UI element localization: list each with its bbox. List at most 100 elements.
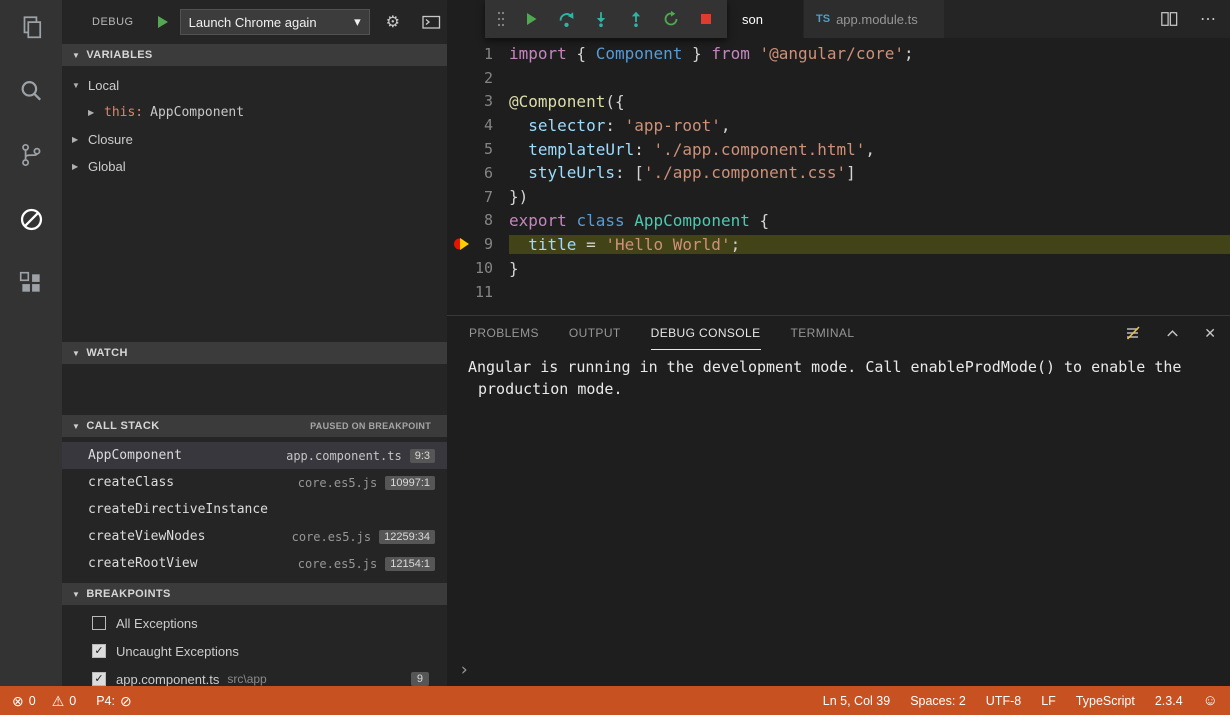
breakpoint-row[interactable]: ✓app.component.tssrc\app9 <box>62 665 447 686</box>
variable-scope-row[interactable]: ▶Closure <box>62 126 447 153</box>
variable-scope-row[interactable]: ▶Global <box>62 153 447 180</box>
panel-tab-problems[interactable]: PROBLEMS <box>469 316 539 350</box>
callstack-content: AppComponentapp.component.ts9:3createCla… <box>62 437 447 583</box>
search-icon[interactable] <box>7 78 55 104</box>
editor-actions: ⋯ <box>1160 0 1230 38</box>
breakpoint-row[interactable]: All Exceptions <box>62 609 447 637</box>
stop-square-icon <box>698 11 714 27</box>
maximize-panel-icon[interactable] <box>1165 326 1180 341</box>
callstack-frame[interactable]: createDirectiveInstance <box>62 496 447 523</box>
frame-file: core.es5.js <box>298 476 377 490</box>
dropdown-arrow-icon: ▾ <box>354 14 361 30</box>
code-editor[interactable]: 1import { Component } from '@angular/cor… <box>447 38 1230 315</box>
breakpoint-checkbox[interactable] <box>92 616 106 630</box>
cursor-position[interactable]: Ln 5, Col 39 <box>823 694 890 708</box>
chevron-collapsed-icon: ▶ <box>72 162 88 171</box>
launch-config-dropdown[interactable]: Launch Chrome again ▾ <box>180 9 370 35</box>
variable-row[interactable]: ▶this:AppComponent <box>62 99 447 126</box>
code-line[interactable]: 7}) <box>447 185 1230 209</box>
gutter: 5 <box>447 140 509 158</box>
panel-tab-output[interactable]: OUTPUT <box>569 316 621 350</box>
status-bar: ⊗ 0 ⚠ 0 P4: ⊘ Ln 5, Col 39 Spaces: 2 UTF… <box>0 686 1230 715</box>
explorer-icon[interactable] <box>7 14 55 40</box>
debug-icon[interactable] <box>7 206 55 232</box>
step-into-button[interactable] <box>592 10 610 28</box>
watch-section-header[interactable]: ▼ WATCH <box>62 342 447 364</box>
extensions-squares-icon <box>18 270 44 296</box>
callstack-frame[interactable]: createRootViewcore.es5.js12154:1 <box>62 550 447 577</box>
frame-meta: app.component.ts9:3 <box>286 449 435 463</box>
breakpoint-checkbox[interactable]: ✓ <box>92 672 106 686</box>
code-line[interactable]: 1import { Component } from '@angular/cor… <box>447 42 1230 66</box>
stop-button[interactable] <box>697 10 715 28</box>
breakpoints-section-header[interactable]: ▼ BREAKPOINTS <box>62 583 447 605</box>
language-mode[interactable]: TypeScript <box>1076 694 1135 708</box>
breakpoint-row[interactable]: ✓ Uncaught Exceptions <box>62 637 447 665</box>
extensions-icon[interactable] <box>7 270 55 296</box>
typescript-version[interactable]: 2.3.4 <box>1155 694 1183 708</box>
variables-section-header[interactable]: ▼ VARIABLES <box>62 44 447 66</box>
callstack-frame[interactable]: createClasscore.es5.js10997:1 <box>62 469 447 496</box>
gutter: 11 <box>447 283 509 301</box>
step-over-button[interactable] <box>557 10 575 28</box>
code-line[interactable]: 9 title = 'Hello World'; <box>447 232 1230 256</box>
editor-tab-app-module[interactable]: TS app.module.ts <box>803 0 944 38</box>
more-actions-icon[interactable]: ⋯ <box>1200 9 1216 29</box>
callstack-section-header[interactable]: ▼ CALL STACK PAUSED ON BREAKPOINT <box>62 415 447 437</box>
line-number: 3 <box>484 92 493 110</box>
debug-console-prompt-icon[interactable]: › <box>459 660 469 680</box>
line-number: 7 <box>484 188 493 206</box>
step-out-button[interactable] <box>627 10 645 28</box>
feedback-smiley-icon[interactable]: ☺ <box>1203 693 1218 708</box>
warning-count[interactable]: ⚠ 0 <box>52 694 77 708</box>
chevron-expanded-icon: ▼ <box>72 51 80 60</box>
code-line[interactable]: 8export class AppComponent { <box>447 209 1230 233</box>
magnifier-icon <box>18 78 44 104</box>
clear-console-icon[interactable] <box>1125 325 1141 341</box>
split-editor-icon[interactable] <box>1160 10 1178 28</box>
source-control-icon[interactable] <box>7 142 55 168</box>
continue-button[interactable] <box>522 10 540 28</box>
line-number: 4 <box>484 116 493 134</box>
open-debug-console-icon[interactable] <box>422 14 441 30</box>
line-content: }) <box>509 187 1230 206</box>
watch-section-title: WATCH <box>86 347 128 359</box>
console-box-icon <box>422 14 441 30</box>
breakpoint-label: Uncaught Exceptions <box>116 644 239 659</box>
split-panes-icon <box>1160 10 1178 28</box>
breakpoint-checkbox[interactable]: ✓ <box>92 644 106 658</box>
code-line[interactable]: 10} <box>447 256 1230 280</box>
configure-gear-icon[interactable]: ⚙ <box>386 12 400 32</box>
chevron-collapsed-icon: ▶ <box>72 135 88 144</box>
eol-sequence[interactable]: LF <box>1041 694 1056 708</box>
gutter: 7 <box>447 188 509 206</box>
restart-button[interactable] <box>662 10 680 28</box>
callstack-frame[interactable]: AppComponentapp.component.ts9:3 <box>62 442 447 469</box>
error-count[interactable]: ⊗ 0 <box>12 694 36 708</box>
frame-file: core.es5.js <box>298 557 377 571</box>
panel-tab-debug-console[interactable]: DEBUG CONSOLE <box>651 316 761 350</box>
line-content: } <box>509 259 1230 278</box>
code-line[interactable]: 11 <box>447 280 1230 304</box>
bottom-panel: PROBLEMS OUTPUT DEBUG CONSOLE TERMINAL <box>447 315 1230 686</box>
code-line[interactable]: 4 selector: 'app-root', <box>447 113 1230 137</box>
encoding[interactable]: UTF-8 <box>986 694 1021 708</box>
start-debug-button[interactable] <box>158 16 168 28</box>
indentation[interactable]: Spaces: 2 <box>910 694 966 708</box>
close-panel-icon[interactable]: ✕ <box>1204 325 1216 342</box>
variable-scope-row[interactable]: ▼Local <box>62 72 447 99</box>
panel-tab-terminal[interactable]: TERMINAL <box>791 316 855 350</box>
debug-view-title: DEBUG <box>92 16 134 28</box>
variables-section-title: VARIABLES <box>86 49 152 61</box>
scm-status[interactable]: P4: ⊘ <box>96 694 132 708</box>
code-line[interactable]: 5 templateUrl: './app.component.html', <box>447 137 1230 161</box>
activity-bar <box>0 0 62 686</box>
toolbar-drag-grip[interactable] <box>497 10 505 28</box>
step-out-icon <box>628 11 644 27</box>
grip-dots-icon <box>497 10 505 28</box>
variable-name: this: <box>104 105 143 120</box>
callstack-frame[interactable]: createViewNodescore.es5.js12259:34 <box>62 523 447 550</box>
code-line[interactable]: 2 <box>447 66 1230 90</box>
code-line[interactable]: 6 styleUrls: ['./app.component.css'] <box>447 161 1230 185</box>
code-line[interactable]: 3@Component({ <box>447 90 1230 114</box>
